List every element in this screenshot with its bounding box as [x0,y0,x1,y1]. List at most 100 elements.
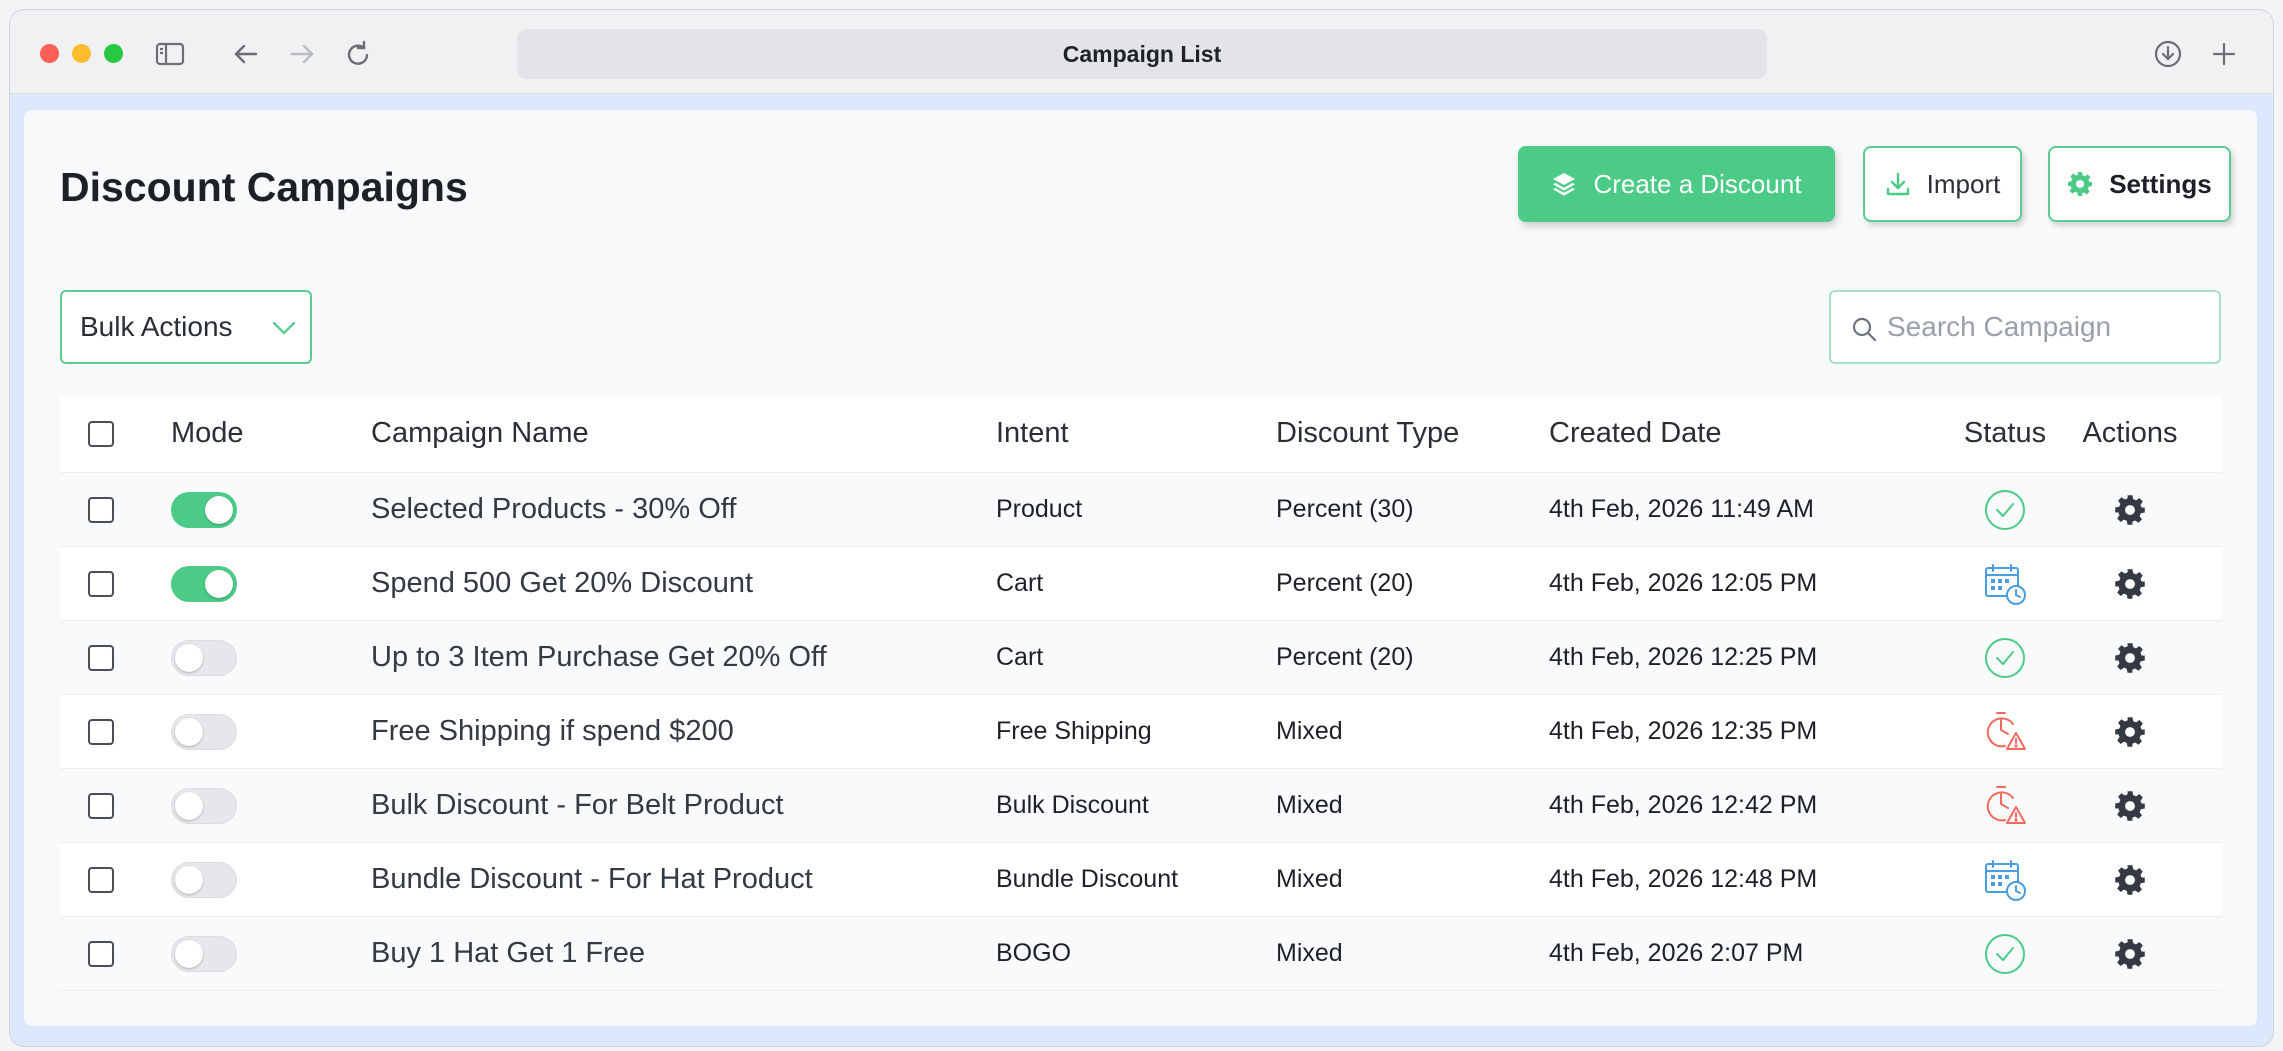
column-header-discount-type[interactable]: Discount Type [1276,395,1459,472]
download-icon[interactable] [2152,38,2184,70]
settings-button[interactable]: Settings [2048,146,2231,222]
table-row: Selected Products - 30% Off Product Perc… [60,473,2221,547]
campaign-intent: Free Shipping [996,717,1152,745]
mode-toggle[interactable] [171,491,237,528]
table-row: Up to 3 Item Purchase Get 20% Off Cart P… [60,621,2221,695]
import-button[interactable]: Import [1863,146,2022,222]
campaign-name[interactable]: Bulk Discount - For Belt Product [371,769,784,842]
campaign-created-date: 4th Feb, 2026 12:42 PM [1549,791,1818,819]
mode-toggle[interactable] [171,787,237,824]
campaign-created-date: 4th Feb, 2026 12:05 PM [1549,569,1818,597]
campaign-discount-type: Mixed [1276,717,1343,745]
campaign-discount-type: Percent (30) [1276,495,1414,523]
column-header-mode[interactable]: Mode [171,395,244,472]
chevron-down-icon [270,316,298,340]
table-row: Spend 500 Get 20% Discount Cart Percent … [60,547,2221,621]
table-header-row: Mode Campaign Name Intent Discount Type … [60,395,2221,473]
minimize-window-button[interactable] [72,44,91,63]
campaign-created-date: 4th Feb, 2026 2:07 PM [1549,939,1804,967]
sidebar-toggle-icon[interactable] [154,38,186,70]
row-checkbox[interactable] [88,718,114,745]
expired-clock-icon [1983,784,2027,828]
new-tab-plus-icon[interactable] [2208,38,2240,70]
scheduled-calendar-icon [1983,562,2027,606]
forward-arrow-icon[interactable] [286,38,318,70]
campaign-name[interactable]: Spend 500 Get 20% Discount [371,547,753,620]
campaign-name[interactable]: Selected Products - 30% Off [371,473,736,546]
mode-toggle[interactable] [171,639,237,676]
row-checkbox[interactable] [88,792,114,819]
campaign-created-date: 4th Feb, 2026 12:35 PM [1549,717,1818,745]
row-settings-gear-icon[interactable] [2114,568,2146,600]
bulk-actions-select[interactable]: Bulk Actions [60,290,312,364]
table-row: Bundle Discount - For Hat Product Bundle… [60,843,2221,917]
import-label: Import [1926,168,2001,199]
mode-toggle[interactable] [171,713,237,750]
campaign-name[interactable]: Bundle Discount - For Hat Product [371,843,813,916]
layers-icon [1553,173,1576,196]
search-input[interactable] [1887,292,2207,362]
search-box[interactable] [1829,290,2221,364]
column-header-status[interactable]: Status [1955,395,2055,472]
campaign-intent: BOGO [996,939,1072,967]
campaign-created-date: 4th Feb, 2026 12:25 PM [1549,643,1818,671]
campaign-discount-type: Percent (20) [1276,569,1414,597]
table-row: Buy 1 Hat Get 1 Free BOGO Mixed 4th Feb,… [60,917,2221,991]
table-row: Bulk Discount - For Belt Product Bulk Di… [60,769,2221,843]
back-arrow-icon[interactable] [230,38,262,70]
campaign-page: Discount Campaigns Create a Discount Imp… [24,110,2257,1026]
campaign-created-date: 4th Feb, 2026 11:49 AM [1549,495,1815,523]
gear-icon [2068,172,2093,196]
campaign-discount-type: Percent (20) [1276,643,1414,671]
campaign-intent: Cart [996,569,1044,597]
campaign-intent: Bulk Discount [996,791,1149,819]
row-checkbox[interactable] [88,570,114,597]
campaign-discount-type: Mixed [1276,791,1343,819]
row-checkbox[interactable] [88,496,114,523]
row-checkbox[interactable] [88,644,114,671]
active-check-icon [1983,636,2027,680]
mode-toggle[interactable] [171,861,237,898]
search-icon [1851,316,1877,342]
column-header-created-date[interactable]: Created Date [1549,395,1722,472]
create-discount-button[interactable]: Create a Discount [1518,146,1835,222]
bulk-actions-value: Bulk Actions [80,311,233,342]
table-row: Free Shipping if spend $200 Free Shippin… [60,695,2221,769]
row-checkbox[interactable] [88,866,114,893]
row-settings-gear-icon[interactable] [2114,716,2146,748]
expired-clock-icon [1983,710,2027,754]
row-checkbox[interactable] [88,940,114,967]
mode-toggle[interactable] [171,935,237,972]
campaign-intent: Bundle Discount [996,865,1179,893]
column-header-campaign-name[interactable]: Campaign Name [371,395,589,472]
browser-titlebar: Campaign List [10,10,2273,94]
campaign-name[interactable]: Free Shipping if spend $200 [371,695,734,768]
mode-toggle[interactable] [171,565,237,602]
active-check-icon [1983,488,2027,532]
close-window-button[interactable] [40,44,59,63]
create-discount-label: Create a Discount [1593,168,1802,199]
column-header-actions: Actions [2082,417,2178,449]
select-all-checkbox[interactable] [88,420,114,447]
campaign-name[interactable]: Up to 3 Item Purchase Get 20% Off [371,621,827,694]
campaign-intent: Cart [996,643,1044,671]
campaign-name[interactable]: Buy 1 Hat Get 1 Free [371,917,645,990]
campaign-created-date: 4th Feb, 2026 12:48 PM [1549,865,1818,893]
settings-label: Settings [2109,168,2212,199]
active-check-icon [1983,932,2027,976]
maximize-window-button[interactable] [104,44,123,63]
row-settings-gear-icon[interactable] [2114,790,2146,822]
campaign-table: Mode Campaign Name Intent Discount Type … [60,395,2221,991]
campaign-intent: Product [996,495,1083,523]
row-settings-gear-icon[interactable] [2114,642,2146,674]
scheduled-calendar-icon [1983,858,2027,902]
address-bar[interactable]: Campaign List [517,29,1767,79]
row-settings-gear-icon[interactable] [2114,864,2146,896]
row-settings-gear-icon[interactable] [2114,938,2146,970]
column-header-intent[interactable]: Intent [996,395,1069,472]
page-tab-title: Campaign List [1062,40,1222,67]
row-settings-gear-icon[interactable] [2114,494,2146,526]
campaign-discount-type: Mixed [1276,865,1343,893]
campaign-discount-type: Mixed [1276,939,1343,967]
reload-icon[interactable] [342,38,374,70]
